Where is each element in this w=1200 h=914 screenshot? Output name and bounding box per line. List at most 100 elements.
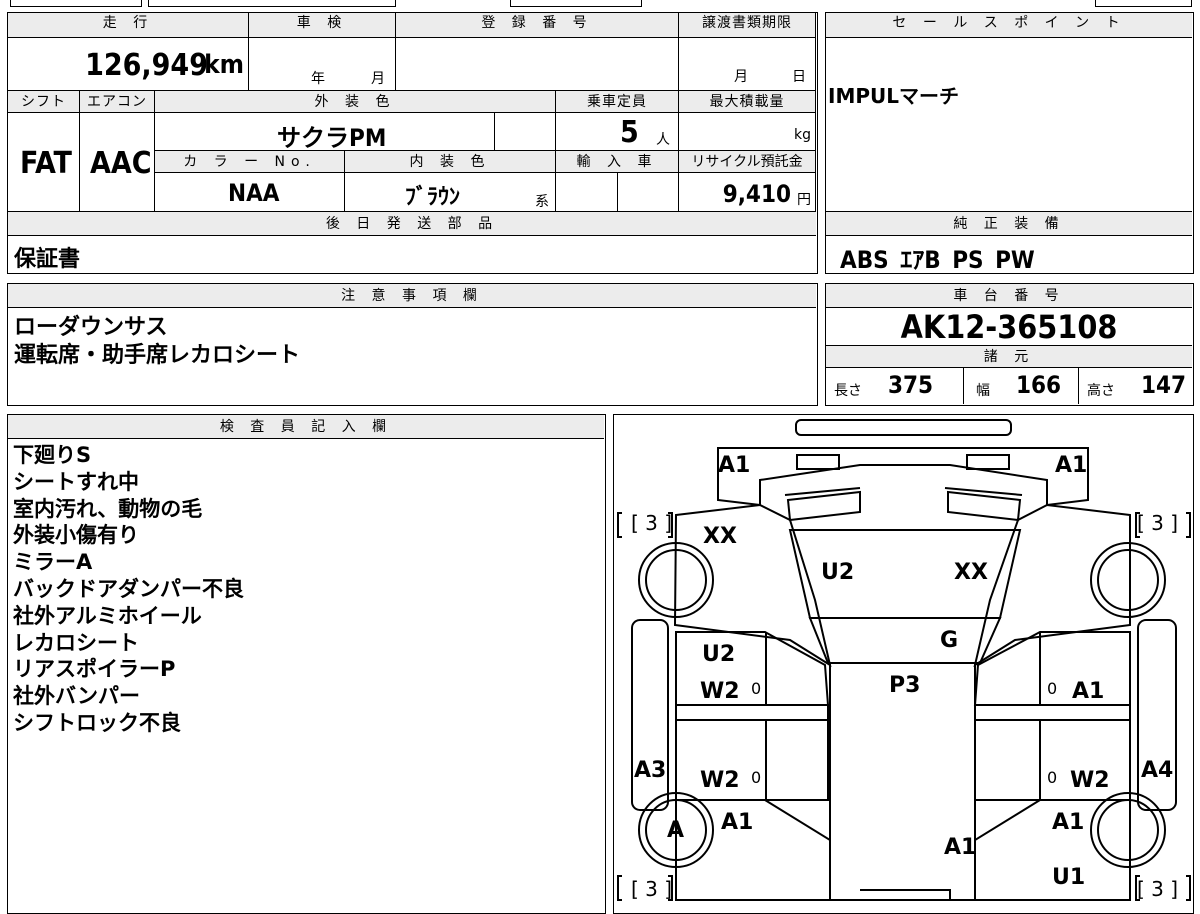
inspection-month: 月 — [371, 71, 385, 87]
label-right-step: A4 — [1141, 758, 1174, 783]
registration-cell — [396, 38, 679, 91]
mileage-value: 126,949 — [85, 48, 208, 83]
aircon-cell: AAC — [80, 113, 155, 212]
width-label: 幅 — [976, 383, 990, 399]
shift-cell: FAT — [8, 113, 80, 212]
recycle-unit: 円 — [797, 192, 811, 208]
import-cell-b — [618, 173, 679, 212]
label-bracket-br: [ 3 ] — [1137, 877, 1179, 901]
capacity-unit: 人 — [656, 132, 670, 148]
interior-suffix: 系 — [535, 194, 549, 210]
capacity-value: 5 — [620, 115, 639, 150]
label-zero-2: 0 — [1047, 679, 1058, 698]
later-parts-cell: 保証書 — [8, 236, 816, 272]
sales-point-cell: IMPULマーチ — [826, 38, 1192, 212]
width-cell: 幅 166 — [964, 368, 1079, 404]
inspector-line: バックドアダンパー不良 — [13, 576, 244, 601]
label-right-front-a: A1 — [1072, 679, 1105, 704]
color-no-value: NAA — [228, 179, 280, 207]
inspector-line: レカロシート — [13, 630, 139, 655]
label-hood-left: XX — [703, 524, 737, 549]
chassis-value: AK12-365108 — [900, 308, 1118, 346]
transfer-month: 月 — [734, 69, 748, 85]
label-rear-center: A1 — [944, 835, 977, 860]
inspector-header: 検 査 員 記 入 欄 — [8, 415, 604, 439]
notes-line-2: 運転席・助手席レカロシート — [14, 343, 301, 368]
vehicle-info-table: 走 行 車 検 登 録 番 号 譲渡書類期限 126,949 km 年 月 月 … — [7, 12, 818, 274]
chassis-cell: AK12-365108 — [826, 308, 1192, 346]
notes-header: 注 意 事 項 欄 — [8, 284, 816, 308]
inspector-lines: 下廻りS シートすれ中 室内汚れ、動物の毛 外装小傷有り ミラーA バックドアダンパー不良… — [13, 442, 244, 737]
aircon-value: AAC — [90, 146, 152, 181]
label-right-rear-w: W2 — [1070, 768, 1110, 793]
top-strip — [0, 0, 1200, 8]
label-right-rear-u: U1 — [1052, 865, 1086, 890]
inspection-year: 年 — [311, 71, 325, 87]
notes-box: 注 意 事 項 欄 ローダウンサス 運転席・助手席レカロシート — [7, 283, 818, 406]
color-no-cell: NAA — [155, 173, 345, 212]
shift-header: シフト — [8, 91, 80, 113]
label-left-rear-a: A1 — [721, 810, 754, 835]
inspector-box: 検 査 員 記 入 欄 下廻りS シートすれ中 室内汚れ、動物の毛 外装小傷有り ミラー… — [7, 414, 606, 914]
import-cell-a — [556, 173, 618, 212]
interior-value: ﾌﾞﾗｳﾝ — [405, 185, 461, 210]
inspection-header: 車 検 — [249, 13, 396, 38]
aircon-header: エアコン — [80, 91, 155, 113]
height-value: 147 — [1141, 371, 1187, 399]
height-cell: 高さ 147 — [1079, 368, 1192, 404]
transfer-day: 日 — [792, 69, 806, 85]
label-front-right: A1 — [1055, 453, 1088, 478]
transfer-cell: 月 日 — [679, 38, 816, 91]
exterior-extra-cell — [495, 113, 556, 151]
exterior-cell: サクラPM — [155, 113, 495, 152]
label-left-step: A3 — [634, 758, 667, 783]
interior-header: 内 装 色 — [345, 151, 556, 173]
inspector-line: 社外バンパー — [13, 684, 141, 709]
later-parts-header: 後 日 発 送 部 品 — [8, 212, 816, 236]
inspection-cell: 年 月 — [249, 38, 396, 91]
label-bracket-tr: [ 3 ] — [1137, 511, 1179, 535]
width-value: 166 — [1016, 371, 1062, 399]
sales-point-header: セ ー ル ス ポ イ ン ト — [826, 13, 1192, 38]
height-label: 高さ — [1087, 383, 1115, 399]
capacity-header: 乗車定員 — [556, 91, 679, 113]
label-zero-3: 0 — [751, 768, 762, 787]
inspector-line: リアスポイラーP — [13, 657, 176, 682]
inspector-line: シートすれ中 — [13, 469, 139, 494]
exterior-header: 外 装 色 — [155, 91, 556, 113]
later-parts-value: 保証書 — [14, 247, 81, 272]
car-diagram — [616, 418, 1191, 901]
standard-equipment-value: ABS ｴｱB PS PW — [840, 246, 1035, 274]
notes-line-1: ローダウンサス — [14, 315, 168, 340]
inspector-line: シフトロック不良 — [13, 710, 181, 735]
recycle-cell: 9,410 円 — [679, 173, 816, 212]
exterior-value: サクラPM — [277, 124, 387, 152]
label-windshield: G — [940, 628, 959, 653]
length-value: 375 — [888, 371, 934, 399]
label-hood-right: XX — [954, 560, 988, 585]
inspector-line: 社外アルミホイール — [13, 603, 202, 628]
inspector-line: ミラーA — [13, 550, 93, 575]
capacity-cell: 5 人 — [556, 113, 679, 151]
inspector-line: 下廻りS — [13, 443, 92, 467]
label-left-front-u: U2 — [702, 642, 736, 667]
length-label: 長さ — [834, 383, 862, 399]
label-zero-1: 0 — [751, 679, 762, 698]
length-cell: 長さ 375 — [826, 368, 964, 404]
inspector-line: 外装小傷有り — [13, 523, 139, 548]
standard-equipment-cell: ABS ｴｱB PS PW — [826, 236, 1192, 274]
label-left-wheel: A — [667, 818, 685, 843]
label-hood-center: U2 — [821, 560, 855, 585]
shift-value: FAT — [20, 146, 72, 181]
sales-point-value: IMPULマーチ — [828, 84, 959, 108]
label-front-left: A1 — [718, 453, 751, 478]
standard-equipment-header: 純 正 装 備 — [826, 212, 1192, 236]
color-no-header: カ ラ ー No. — [155, 151, 345, 173]
label-bracket-tl: [ 3 ] — [631, 511, 673, 535]
label-zero-4: 0 — [1047, 768, 1058, 787]
chassis-header: 車 台 番 号 — [826, 284, 1192, 308]
label-right-rear-a: A1 — [1052, 810, 1085, 835]
mileage-cell: 126,949 km — [8, 38, 249, 91]
label-roof: P3 — [889, 673, 921, 698]
loading-cell: kg — [679, 113, 816, 151]
